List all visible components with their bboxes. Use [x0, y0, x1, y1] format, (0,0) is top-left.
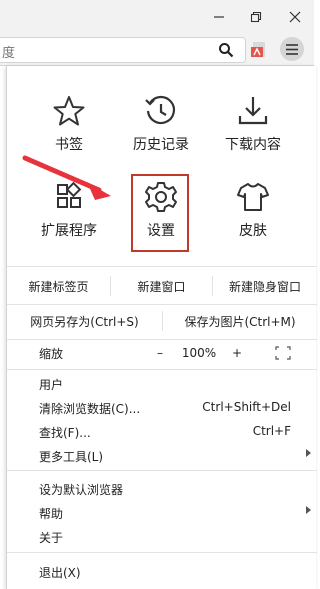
- title-bar: [0, 0, 314, 34]
- new-window-button[interactable]: 新建窗口: [111, 270, 212, 302]
- hamburger-icon: [286, 43, 298, 55]
- menu-item-label: 查找(F)...: [39, 426, 91, 440]
- main-menu-button[interactable]: [280, 37, 304, 61]
- submenu-arrow-icon: [306, 449, 311, 457]
- settings-highlight-box: [131, 174, 189, 252]
- divider: [7, 470, 317, 471]
- menu-item-users[interactable]: 用户: [7, 371, 317, 395]
- menu-item-shortcut: Ctrl+Shift+Del: [202, 400, 291, 414]
- tile-downloads[interactable]: 下载内容: [205, 94, 301, 180]
- menu-item-find[interactable]: 查找(F)... Ctrl+F: [7, 419, 317, 443]
- zoom-out-button[interactable]: –: [148, 337, 172, 369]
- new-incognito-button[interactable]: 新建隐身窗口: [213, 270, 317, 302]
- menu-item-exit[interactable]: 退出(X): [7, 559, 317, 583]
- star-icon: [53, 96, 85, 126]
- address-input[interactable]: 度: [0, 37, 246, 63]
- tile-label: 下载内容: [225, 137, 281, 153]
- save-image-button[interactable]: 保存为图片(Ctrl+M): [163, 305, 317, 337]
- close-icon: [289, 11, 301, 23]
- close-button[interactable]: [282, 6, 308, 28]
- main-menu: 书签 历史记录 下载内容 扩展程序 设置 皮肤 新建标签页 新建窗口 新建隐身窗…: [6, 66, 317, 589]
- zoom-in-button[interactable]: +: [225, 337, 249, 369]
- zoom-level: 100%: [181, 346, 217, 360]
- tile-skins[interactable]: 皮肤: [205, 180, 301, 266]
- restore-icon: [250, 11, 262, 23]
- fullscreen-icon: [275, 346, 291, 360]
- menu-item-label: 帮助: [39, 507, 64, 521]
- divider: [7, 369, 317, 370]
- minimize-button[interactable]: [206, 6, 232, 28]
- history-icon: [145, 95, 176, 125]
- address-text: 度: [2, 46, 16, 61]
- tile-label: 皮肤: [239, 223, 267, 239]
- menu-item-about[interactable]: 关于: [7, 524, 317, 548]
- menu-tiles: 书签 历史记录 下载内容 扩展程序 设置 皮肤: [7, 66, 317, 266]
- menu-item-default-browser[interactable]: 设为默认浏览器: [7, 476, 317, 500]
- menu-item-shortcut: Ctrl+F: [252, 424, 291, 438]
- red-arrow-annotation: [22, 155, 111, 200]
- menu-item-label: 更多工具(L): [39, 450, 104, 464]
- fullscreen-button[interactable]: [271, 337, 295, 369]
- search-icon[interactable]: [218, 42, 234, 58]
- zoom-row: 缩放 – 100% +: [7, 337, 317, 369]
- menu-item-label: 用户: [39, 378, 64, 392]
- divider: [7, 266, 317, 267]
- download-icon: [238, 97, 268, 125]
- zoom-label: 缩放: [39, 346, 64, 361]
- tile-label: 扩展程序: [41, 223, 97, 239]
- new-window-row: 新建标签页 新建窗口 新建隐身窗口: [7, 270, 317, 302]
- restore-button[interactable]: [243, 6, 269, 28]
- menu-item-clear-data[interactable]: 清除浏览数据(C)... Ctrl+Shift+Del: [7, 395, 317, 419]
- menu-item-more-tools[interactable]: 更多工具(L): [7, 443, 317, 467]
- save-row: 网页另存为(Ctrl+S) 保存为图片(Ctrl+M): [7, 305, 317, 337]
- tshirt-icon: [237, 183, 269, 211]
- menu-item-label: 清除浏览数据(C)...: [39, 402, 141, 416]
- pdf-extension-icon[interactable]: [251, 42, 269, 58]
- tile-label: 历史记录: [133, 137, 189, 153]
- tile-history[interactable]: 历史记录: [113, 94, 209, 180]
- address-bar: 度: [0, 34, 314, 66]
- divider: [7, 552, 317, 553]
- new-tab-button[interactable]: 新建标签页: [7, 270, 110, 302]
- submenu-arrow-icon: [306, 506, 311, 514]
- menu-item-label: 退出(X): [39, 566, 81, 580]
- menu-item-help[interactable]: 帮助: [7, 500, 317, 524]
- menu-item-label: 设为默认浏览器: [39, 483, 124, 497]
- minimize-icon: [214, 16, 224, 18]
- save-page-button[interactable]: 网页另存为(Ctrl+S): [7, 305, 162, 337]
- menu-item-label: 关于: [39, 531, 64, 545]
